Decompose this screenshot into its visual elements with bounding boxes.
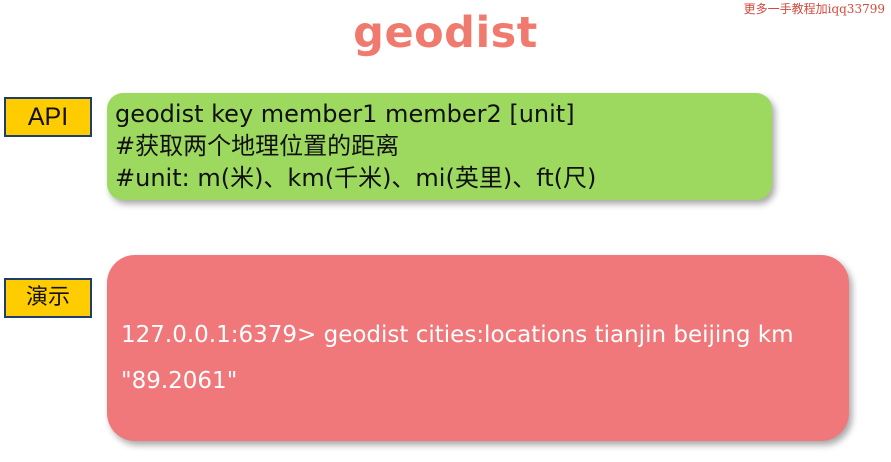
api-units-line: #unit: m(米)、km(千米)、mi(英里)、ft(尺) [115,164,597,192]
api-syntax-line: geodist key member1 member2 [unit] [115,100,575,128]
api-tag: API [4,97,92,137]
demo-command-line: 127.0.0.1:6379> geodist cities:locations… [121,322,794,348]
slide-title: geodist [353,8,538,58]
demo-output-box: 127.0.0.1:6379> geodist cities:locations… [107,255,849,441]
demo-result-line: "89.2061" [121,368,238,394]
api-syntax-box: geodist key member1 member2 [unit] #获取两个… [107,93,772,200]
demo-tag: 演示 [4,278,92,318]
api-comment-line: #获取两个地理位置的距离 [115,132,400,160]
